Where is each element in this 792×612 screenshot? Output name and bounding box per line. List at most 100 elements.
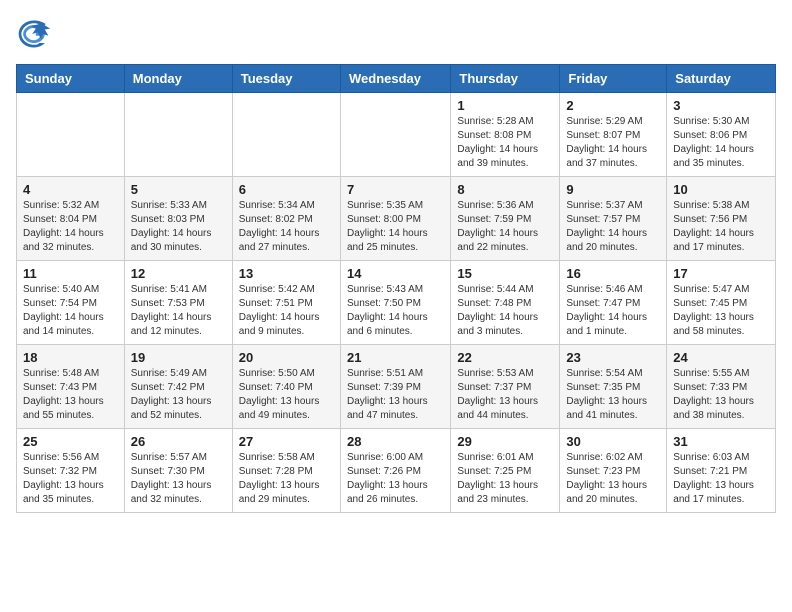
day-info: Sunrise: 5:41 AM Sunset: 7:53 PM Dayligh…: [131, 283, 226, 339]
day-number: 8: [457, 182, 553, 197]
day-headers-row: SundayMondayTuesdayWednesdayThursdayFrid…: [17, 65, 776, 93]
day-number: 6: [239, 182, 334, 197]
calendar-cell: 20 Sunrise: 5:50 AM Sunset: 7:40 PM Dayli…: [232, 345, 340, 429]
calendar-cell: 2Sunrise: 5:29 AM Sunset: 8:07 PM Daylig…: [560, 93, 667, 177]
day-number: 2: [566, 98, 660, 113]
day-number: 28: [347, 434, 444, 449]
day-info: Sunrise: 5:37 AM Sunset: 7:57 PM Dayligh…: [566, 199, 660, 255]
day-info: Sunrise: 5:43 AM Sunset: 7:50 PM Dayligh…: [347, 283, 444, 339]
day-number: 11: [23, 266, 118, 281]
logo: [16, 16, 58, 52]
day-info: Sunrise: 5:36 AM Sunset: 7:59 PM Dayligh…: [457, 199, 553, 255]
day-info: Sunrise: 5:57 AM Sunset: 7:30 PM Dayligh…: [131, 451, 226, 507]
calendar-cell: [17, 93, 125, 177]
day-info: Sunrise: 5:58 AM Sunset: 7:28 PM Dayligh…: [239, 451, 334, 507]
calendar-cell: 4Sunrise: 5:32 AM Sunset: 8:04 PM Daylig…: [17, 177, 125, 261]
calendar-cell: 31 Sunrise: 6:03 AM Sunset: 7:21 PM Dayli…: [667, 429, 776, 513]
day-info: Sunrise: 5:51 AM Sunset: 7:39 PM Dayligh…: [347, 367, 444, 423]
day-number: 21: [347, 350, 444, 365]
calendar-cell: 6 Sunrise: 5:34 AM Sunset: 8:02 PM Daylig…: [232, 177, 340, 261]
day-number: 30: [566, 434, 660, 449]
day-header-tuesday: Tuesday: [232, 65, 340, 93]
day-info: Sunrise: 6:01 AM Sunset: 7:25 PM Dayligh…: [457, 451, 553, 507]
week-row-3: 11 Sunrise: 5:40 AM Sunset: 7:54 PM Dayli…: [17, 261, 776, 345]
day-info: Sunrise: 5:33 AM Sunset: 8:03 PM Dayligh…: [131, 199, 226, 255]
day-info: Sunrise: 5:40 AM Sunset: 7:54 PM Dayligh…: [23, 283, 118, 339]
calendar-cell: 3 Sunrise: 5:30 AM Sunset: 8:06 PM Daylig…: [667, 93, 776, 177]
day-number: 4: [23, 182, 118, 197]
day-header-sunday: Sunday: [17, 65, 125, 93]
calendar-cell: 19 Sunrise: 5:49 AM Sunset: 7:42 PM Dayli…: [124, 345, 232, 429]
calendar-cell: 5 Sunrise: 5:33 AM Sunset: 8:03 PM Daylig…: [124, 177, 232, 261]
day-info: Sunrise: 5:34 AM Sunset: 8:02 PM Dayligh…: [239, 199, 334, 255]
day-number: 27: [239, 434, 334, 449]
calendar-table: SundayMondayTuesdayWednesdayThursdayFrid…: [16, 64, 776, 513]
day-number: 24: [673, 350, 769, 365]
calendar-cell: 15 Sunrise: 5:44 AM Sunset: 7:48 PM Dayli…: [451, 261, 560, 345]
calendar-cell: 16 Sunrise: 5:46 AM Sunset: 7:47 PM Dayli…: [560, 261, 667, 345]
calendar-cell: 8 Sunrise: 5:36 AM Sunset: 7:59 PM Daylig…: [451, 177, 560, 261]
day-header-saturday: Saturday: [667, 65, 776, 93]
day-info: Sunrise: 5:30 AM Sunset: 8:06 PM Dayligh…: [673, 115, 769, 171]
day-number: 7: [347, 182, 444, 197]
day-number: 19: [131, 350, 226, 365]
calendar-cell: 12 Sunrise: 5:41 AM Sunset: 7:53 PM Dayli…: [124, 261, 232, 345]
calendar-cell: 11 Sunrise: 5:40 AM Sunset: 7:54 PM Dayli…: [17, 261, 125, 345]
day-info: Sunrise: 6:03 AM Sunset: 7:21 PM Dayligh…: [673, 451, 769, 507]
day-number: 22: [457, 350, 553, 365]
day-header-wednesday: Wednesday: [340, 65, 450, 93]
calendar-cell: 9 Sunrise: 5:37 AM Sunset: 7:57 PM Daylig…: [560, 177, 667, 261]
calendar-cell: [124, 93, 232, 177]
calendar-cell: 28 Sunrise: 6:00 AM Sunset: 7:26 PM Dayli…: [340, 429, 450, 513]
day-info: Sunrise: 5:48 AM Sunset: 7:43 PM Dayligh…: [23, 367, 118, 423]
day-info: Sunrise: 5:42 AM Sunset: 7:51 PM Dayligh…: [239, 283, 334, 339]
day-number: 25: [23, 434, 118, 449]
day-number: 15: [457, 266, 553, 281]
calendar-cell: 10 Sunrise: 5:38 AM Sunset: 7:56 PM Dayli…: [667, 177, 776, 261]
calendar-cell: 21 Sunrise: 5:51 AM Sunset: 7:39 PM Dayli…: [340, 345, 450, 429]
day-number: 31: [673, 434, 769, 449]
calendar-cell: 22 Sunrise: 5:53 AM Sunset: 7:37 PM Dayli…: [451, 345, 560, 429]
day-number: 16: [566, 266, 660, 281]
day-info: Sunrise: 6:02 AM Sunset: 7:23 PM Dayligh…: [566, 451, 660, 507]
calendar-cell: 13Sunrise: 5:42 AM Sunset: 7:51 PM Dayli…: [232, 261, 340, 345]
day-number: 29: [457, 434, 553, 449]
day-number: 10: [673, 182, 769, 197]
day-info: Sunrise: 5:38 AM Sunset: 7:56 PM Dayligh…: [673, 199, 769, 255]
calendar-cell: 29 Sunrise: 6:01 AM Sunset: 7:25 PM Dayli…: [451, 429, 560, 513]
page-header: [16, 16, 776, 52]
day-number: 18: [23, 350, 118, 365]
day-number: 26: [131, 434, 226, 449]
week-row-4: 18 Sunrise: 5:48 AM Sunset: 7:43 PM Dayli…: [17, 345, 776, 429]
calendar-cell: 25Sunrise: 5:56 AM Sunset: 7:32 PM Dayli…: [17, 429, 125, 513]
day-info: Sunrise: 5:53 AM Sunset: 7:37 PM Dayligh…: [457, 367, 553, 423]
calendar-cell: [340, 93, 450, 177]
calendar-cell: 14 Sunrise: 5:43 AM Sunset: 7:50 PM Dayli…: [340, 261, 450, 345]
day-number: 12: [131, 266, 226, 281]
calendar-cell: 27 Sunrise: 5:58 AM Sunset: 7:28 PM Dayli…: [232, 429, 340, 513]
day-info: Sunrise: 5:50 AM Sunset: 7:40 PM Dayligh…: [239, 367, 334, 423]
day-number: 17: [673, 266, 769, 281]
day-header-monday: Monday: [124, 65, 232, 93]
calendar-cell: 26 Sunrise: 5:57 AM Sunset: 7:30 PM Dayli…: [124, 429, 232, 513]
day-info: Sunrise: 5:49 AM Sunset: 7:42 PM Dayligh…: [131, 367, 226, 423]
day-info: Sunrise: 5:44 AM Sunset: 7:48 PM Dayligh…: [457, 283, 553, 339]
day-number: 3: [673, 98, 769, 113]
calendar-cell: 24Sunrise: 5:55 AM Sunset: 7:33 PM Dayli…: [667, 345, 776, 429]
week-row-2: 4Sunrise: 5:32 AM Sunset: 8:04 PM Daylig…: [17, 177, 776, 261]
day-number: 14: [347, 266, 444, 281]
logo-icon: [16, 16, 52, 52]
calendar-cell: 7Sunrise: 5:35 AM Sunset: 8:00 PM Daylig…: [340, 177, 450, 261]
day-number: 1: [457, 98, 553, 113]
day-info: Sunrise: 5:46 AM Sunset: 7:47 PM Dayligh…: [566, 283, 660, 339]
day-number: 20: [239, 350, 334, 365]
day-info: Sunrise: 5:28 AM Sunset: 8:08 PM Dayligh…: [457, 115, 553, 171]
day-number: 5: [131, 182, 226, 197]
day-number: 9: [566, 182, 660, 197]
week-row-5: 25Sunrise: 5:56 AM Sunset: 7:32 PM Dayli…: [17, 429, 776, 513]
week-row-1: 1 Sunrise: 5:28 AM Sunset: 8:08 PM Daylig…: [17, 93, 776, 177]
calendar-cell: 18 Sunrise: 5:48 AM Sunset: 7:43 PM Dayli…: [17, 345, 125, 429]
day-info: Sunrise: 5:54 AM Sunset: 7:35 PM Dayligh…: [566, 367, 660, 423]
calendar-cell: 17Sunrise: 5:47 AM Sunset: 7:45 PM Dayli…: [667, 261, 776, 345]
day-info: Sunrise: 6:00 AM Sunset: 7:26 PM Dayligh…: [347, 451, 444, 507]
